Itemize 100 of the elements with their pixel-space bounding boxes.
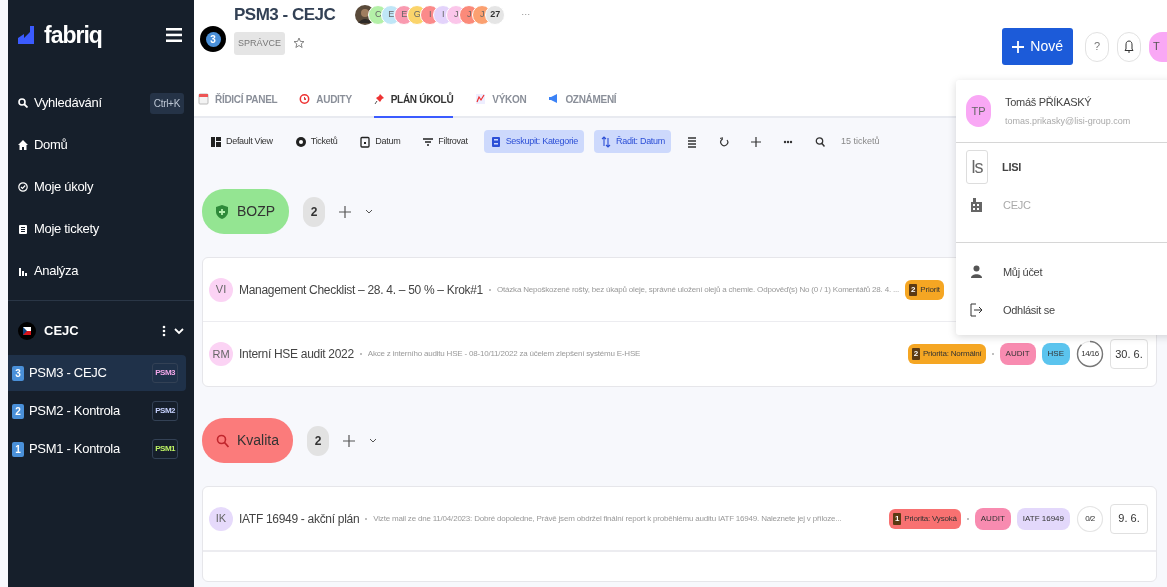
check-circle-icon <box>18 182 28 192</box>
search-icon <box>18 98 28 108</box>
search-icon <box>216 433 229 448</box>
assignee-avatar: RM <box>209 342 233 366</box>
project-item[interactable]: 2 PSM2 - Kontrola PSM2 <box>8 393 186 429</box>
plus-icon <box>750 135 761 148</box>
notifications-button[interactable] <box>1117 31 1141 62</box>
plus-icon <box>343 434 356 447</box>
ticket-title: Management Checklist – 28. 4. – 50 % – Krok#1 <box>239 281 483 299</box>
project-tag: PSM2 <box>152 401 178 421</box>
workspace-name: CEJC <box>44 322 79 341</box>
person-icon <box>970 265 983 279</box>
priority-tag: 1 Priorita: Vysoká <box>889 508 961 529</box>
tab[interactable]: PLÁN ÚKOLŮ <box>373 82 454 118</box>
logout-icon <box>970 303 983 317</box>
nav-item[interactable]: Domů <box>8 124 194 166</box>
bell-icon <box>1124 40 1134 53</box>
ticket-description: Vizte mail ze dne 11/04/2023: Dobré dopoledne, Právě jsem obdržel finální report k proběhlému auditu IATF 16949. Naleznete jej v příloze... <box>373 512 842 525</box>
add-button[interactable] <box>343 434 356 447</box>
project-avatar: 3 <box>200 26 226 52</box>
count-badge: 2 <box>303 196 326 227</box>
help-button[interactable]: ? <box>1085 31 1109 62</box>
label-tag: HSE <box>1041 343 1070 365</box>
megaphone-icon <box>548 93 560 105</box>
more-button[interactable]: ··· <box>521 8 531 22</box>
clipboard-icon <box>18 224 28 234</box>
refresh-icon <box>718 135 729 148</box>
add-button[interactable] <box>339 205 352 218</box>
plus-icon <box>1012 40 1025 53</box>
project-item[interactable]: 1 PSM1 - Kontrola PSM1 <box>8 431 186 467</box>
user-email: tomas.prikasky@lisi-group.com <box>1005 114 1131 128</box>
label-tag: IATF 16949 <box>1016 507 1070 530</box>
menu-icon <box>166 28 182 42</box>
user-name: Tomáš PŘÍKASKÝ <box>1005 95 1093 110</box>
search-label: Vyhledávání <box>34 94 102 113</box>
category-chip[interactable]: Kvalita <box>202 418 294 463</box>
calendar-icon <box>359 135 372 148</box>
count-badge: 2 <box>307 425 330 456</box>
filter-icon <box>422 135 435 148</box>
sort-icon <box>600 135 613 148</box>
chevron-down-icon <box>365 209 374 214</box>
number-badge: 2 <box>12 403 24 419</box>
building-icon <box>970 198 983 212</box>
kebab-icon <box>162 325 166 337</box>
nav-item[interactable]: Analýza <box>8 250 194 292</box>
bar-chart-icon <box>18 266 28 276</box>
menu-button[interactable] <box>166 28 182 42</box>
logo-text: fabriq <box>44 20 102 50</box>
nav-item[interactable]: Moje tickety <box>8 208 194 250</box>
number-badge: 3 <box>12 365 24 381</box>
search-icon <box>814 135 825 148</box>
ticket-description: Otázka Nepoškozené rošty, bez úkapů oleje, správné uložení olejů a chemie. Odpověď(s) No (0 / 1) Komentářů 28. 4. ... <box>497 283 900 296</box>
search-item[interactable]: Vyhledávání Ctrl+K <box>8 82 194 124</box>
org-name: LISI <box>1002 159 1021 175</box>
toolbar-button[interactable]: Řadit: Datum <box>594 129 671 154</box>
project-label: PSM2 - Kontrola <box>29 402 120 421</box>
toolbar-button[interactable]: Datum <box>353 129 407 154</box>
nav-item[interactable]: Moje úkoly <box>8 166 194 208</box>
project-label: PSM3 - CEJC <box>29 364 107 383</box>
ticket-description: Akce z interního auditu HSE - 08-10/11/2022 za účelem zlepšení systému E-HSE <box>367 348 641 360</box>
project-item[interactable]: 3 PSM3 - CEJC PSM3 <box>8 355 186 391</box>
ticket-count: 15 ticketů <box>840 134 880 148</box>
project-tag: PSM3 <box>152 363 178 383</box>
toolbar-button[interactable]: Seskupit: Kategorie <box>483 129 585 154</box>
shield-icon <box>216 204 229 219</box>
assignee-avatar: VI <box>209 277 233 302</box>
ticket-title: IATF 16949 - akční plán <box>239 510 360 528</box>
date-box: 9. 6. <box>1110 503 1148 534</box>
toolbar-button[interactable]: Default View <box>204 129 279 154</box>
expand-button[interactable] <box>369 438 378 443</box>
target-icon <box>294 135 307 148</box>
chevron-down-icon <box>369 438 378 443</box>
progress-ring: 0/2 <box>1076 504 1104 533</box>
flag-icon <box>18 322 36 340</box>
trend-chart-icon <box>475 93 487 105</box>
new-button[interactable]: Nové <box>1002 28 1073 65</box>
project-tag: PSM1 <box>152 439 178 459</box>
date-box: 30. 6. <box>1110 339 1148 369</box>
user-avatar[interactable]: T <box>1149 31 1167 62</box>
toolbar-button[interactable]: Filtrovat <box>416 129 474 154</box>
category-chip[interactable]: BOZP <box>202 189 290 234</box>
toolbar-button[interactable]: Ticketů <box>288 129 344 154</box>
grid-icon <box>210 135 222 148</box>
plus-icon <box>339 205 352 218</box>
assignee-avatar: IK <box>209 506 233 531</box>
list-icon <box>686 135 697 148</box>
user-avatar: TP <box>966 95 991 127</box>
project-title: PSM3 - CEJC <box>234 4 336 26</box>
role-badge: SPRÁVCE <box>234 31 285 55</box>
expand-button[interactable] <box>365 209 374 214</box>
label-tag: AUDIT <box>999 343 1036 365</box>
site-name: CEJC <box>1003 197 1031 213</box>
priority-tag: 2 Priorita: Normální <box>907 344 986 364</box>
home-icon <box>18 140 28 150</box>
number-badge: 1 <box>12 441 24 457</box>
group-icon <box>489 135 502 148</box>
label-tag: AUDIT <box>974 507 1011 530</box>
progress-ring: 14/16 <box>1076 340 1104 368</box>
org-logo: ls <box>966 150 988 184</box>
ticket-title: Interní HSE audit 2022 <box>239 346 354 363</box>
